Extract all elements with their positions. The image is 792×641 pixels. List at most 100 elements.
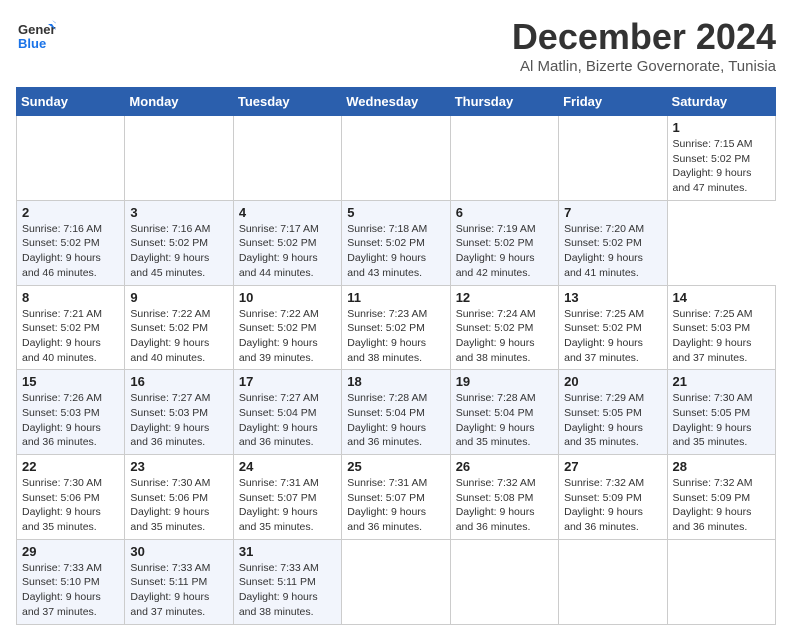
calendar-day-24: 24 Sunrise: 7:31 AMSunset: 5:07 PMDaylig… [233, 455, 341, 540]
day-info: Sunrise: 7:27 AMSunset: 5:04 PMDaylight:… [239, 391, 336, 450]
calendar-day-25: 25 Sunrise: 7:31 AMSunset: 5:07 PMDaylig… [342, 455, 450, 540]
calendar-day-18: 18 Sunrise: 7:28 AMSunset: 5:04 PMDaylig… [342, 370, 450, 455]
header-cell-tuesday: Tuesday [233, 88, 341, 116]
day-info: Sunrise: 7:31 AMSunset: 5:07 PMDaylight:… [239, 476, 336, 535]
day-number: 21 [673, 374, 770, 389]
day-info: Sunrise: 7:28 AMSunset: 5:04 PMDaylight:… [456, 391, 553, 450]
day-info: Sunrise: 7:28 AMSunset: 5:04 PMDaylight:… [347, 391, 444, 450]
calendar-day-15: 15 Sunrise: 7:26 AMSunset: 5:03 PMDaylig… [17, 370, 125, 455]
day-number: 29 [22, 544, 119, 559]
day-number: 22 [22, 459, 119, 474]
day-number: 10 [239, 290, 336, 305]
empty-cell [342, 539, 450, 624]
calendar-week-6: 29 Sunrise: 7:33 AMSunset: 5:10 PMDaylig… [17, 539, 776, 624]
calendar-day-2: 2 Sunrise: 7:16 AMSunset: 5:02 PMDayligh… [17, 200, 125, 285]
day-number: 9 [130, 290, 227, 305]
calendar-day-11: 11 Sunrise: 7:23 AMSunset: 5:02 PMDaylig… [342, 285, 450, 370]
calendar-week-3: 8 Sunrise: 7:21 AMSunset: 5:02 PMDayligh… [17, 285, 776, 370]
day-number: 4 [239, 205, 336, 220]
logo: General Blue [16, 16, 56, 61]
calendar-day-29: 29 Sunrise: 7:33 AMSunset: 5:10 PMDaylig… [17, 539, 125, 624]
header-cell-thursday: Thursday [450, 88, 558, 116]
day-number: 1 [673, 120, 770, 135]
calendar-day-8: 8 Sunrise: 7:21 AMSunset: 5:02 PMDayligh… [17, 285, 125, 370]
day-number: 17 [239, 374, 336, 389]
day-info: Sunrise: 7:25 AMSunset: 5:02 PMDaylight:… [564, 307, 661, 366]
calendar-day-5: 5 Sunrise: 7:18 AMSunset: 5:02 PMDayligh… [342, 200, 450, 285]
day-number: 27 [564, 459, 661, 474]
logo-icon: General Blue [16, 16, 56, 56]
empty-cell [125, 116, 233, 201]
calendar-day-26: 26 Sunrise: 7:32 AMSunset: 5:08 PMDaylig… [450, 455, 558, 540]
empty-cell [559, 116, 667, 201]
calendar-week-4: 15 Sunrise: 7:26 AMSunset: 5:03 PMDaylig… [17, 370, 776, 455]
day-info: Sunrise: 7:16 AMSunset: 5:02 PMDaylight:… [130, 222, 227, 281]
empty-cell [450, 539, 558, 624]
day-number: 5 [347, 205, 444, 220]
subtitle: Al Matlin, Bizerte Governorate, Tunisia [512, 58, 776, 75]
day-number: 23 [130, 459, 227, 474]
calendar-day-30: 30 Sunrise: 7:33 AMSunset: 5:11 PMDaylig… [125, 539, 233, 624]
calendar-day-6: 6 Sunrise: 7:19 AMSunset: 5:02 PMDayligh… [450, 200, 558, 285]
day-info: Sunrise: 7:33 AMSunset: 5:11 PMDaylight:… [239, 561, 336, 620]
day-info: Sunrise: 7:19 AMSunset: 5:02 PMDaylight:… [456, 222, 553, 281]
day-info: Sunrise: 7:33 AMSunset: 5:11 PMDaylight:… [130, 561, 227, 620]
calendar-day-31: 31 Sunrise: 7:33 AMSunset: 5:11 PMDaylig… [233, 539, 341, 624]
calendar-day-12: 12 Sunrise: 7:24 AMSunset: 5:02 PMDaylig… [450, 285, 558, 370]
empty-cell [559, 539, 667, 624]
day-info: Sunrise: 7:27 AMSunset: 5:03 PMDaylight:… [130, 391, 227, 450]
calendar-day-14: 14 Sunrise: 7:25 AMSunset: 5:03 PMDaylig… [667, 285, 775, 370]
day-info: Sunrise: 7:32 AMSunset: 5:09 PMDaylight:… [673, 476, 770, 535]
day-number: 15 [22, 374, 119, 389]
main-title: December 2024 [512, 16, 776, 58]
calendar-day-21: 21 Sunrise: 7:30 AMSunset: 5:05 PMDaylig… [667, 370, 775, 455]
day-info: Sunrise: 7:32 AMSunset: 5:08 PMDaylight:… [456, 476, 553, 535]
day-number: 12 [456, 290, 553, 305]
day-info: Sunrise: 7:32 AMSunset: 5:09 PMDaylight:… [564, 476, 661, 535]
calendar-day-27: 27 Sunrise: 7:32 AMSunset: 5:09 PMDaylig… [559, 455, 667, 540]
svg-text:Blue: Blue [18, 36, 46, 51]
day-number: 8 [22, 290, 119, 305]
calendar-day-28: 28 Sunrise: 7:32 AMSunset: 5:09 PMDaylig… [667, 455, 775, 540]
day-info: Sunrise: 7:17 AMSunset: 5:02 PMDaylight:… [239, 222, 336, 281]
day-number: 7 [564, 205, 661, 220]
empty-cell [17, 116, 125, 201]
calendar-day-3: 3 Sunrise: 7:16 AMSunset: 5:02 PMDayligh… [125, 200, 233, 285]
calendar-week-5: 22 Sunrise: 7:30 AMSunset: 5:06 PMDaylig… [17, 455, 776, 540]
calendar-day-17: 17 Sunrise: 7:27 AMSunset: 5:04 PMDaylig… [233, 370, 341, 455]
day-number: 18 [347, 374, 444, 389]
calendar-day-23: 23 Sunrise: 7:30 AMSunset: 5:06 PMDaylig… [125, 455, 233, 540]
header-row: SundayMondayTuesdayWednesdayThursdayFrid… [17, 88, 776, 116]
day-number: 25 [347, 459, 444, 474]
day-number: 3 [130, 205, 227, 220]
empty-cell [233, 116, 341, 201]
calendar-table: SundayMondayTuesdayWednesdayThursdayFrid… [16, 87, 776, 625]
title-block: December 2024 Al Matlin, Bizerte Governo… [512, 16, 776, 75]
day-info: Sunrise: 7:20 AMSunset: 5:02 PMDaylight:… [564, 222, 661, 281]
day-info: Sunrise: 7:33 AMSunset: 5:10 PMDaylight:… [22, 561, 119, 620]
day-number: 16 [130, 374, 227, 389]
empty-cell [450, 116, 558, 201]
empty-cell [667, 539, 775, 624]
day-info: Sunrise: 7:26 AMSunset: 5:03 PMDaylight:… [22, 391, 119, 450]
calendar-day-22: 22 Sunrise: 7:30 AMSunset: 5:06 PMDaylig… [17, 455, 125, 540]
calendar-week-2: 2 Sunrise: 7:16 AMSunset: 5:02 PMDayligh… [17, 200, 776, 285]
day-number: 26 [456, 459, 553, 474]
day-info: Sunrise: 7:15 AMSunset: 5:02 PMDaylight:… [673, 137, 770, 196]
header-cell-friday: Friday [559, 88, 667, 116]
calendar-day-9: 9 Sunrise: 7:22 AMSunset: 5:02 PMDayligh… [125, 285, 233, 370]
day-number: 28 [673, 459, 770, 474]
day-info: Sunrise: 7:21 AMSunset: 5:02 PMDaylight:… [22, 307, 119, 366]
day-number: 30 [130, 544, 227, 559]
header-cell-saturday: Saturday [667, 88, 775, 116]
calendar-day-1: 1 Sunrise: 7:15 AMSunset: 5:02 PMDayligh… [667, 116, 775, 201]
day-info: Sunrise: 7:31 AMSunset: 5:07 PMDaylight:… [347, 476, 444, 535]
day-number: 31 [239, 544, 336, 559]
calendar-day-7: 7 Sunrise: 7:20 AMSunset: 5:02 PMDayligh… [559, 200, 667, 285]
calendar-body: 1 Sunrise: 7:15 AMSunset: 5:02 PMDayligh… [17, 116, 776, 625]
day-number: 6 [456, 205, 553, 220]
header-cell-wednesday: Wednesday [342, 88, 450, 116]
day-info: Sunrise: 7:18 AMSunset: 5:02 PMDaylight:… [347, 222, 444, 281]
calendar-day-10: 10 Sunrise: 7:22 AMSunset: 5:02 PMDaylig… [233, 285, 341, 370]
day-info: Sunrise: 7:22 AMSunset: 5:02 PMDaylight:… [239, 307, 336, 366]
